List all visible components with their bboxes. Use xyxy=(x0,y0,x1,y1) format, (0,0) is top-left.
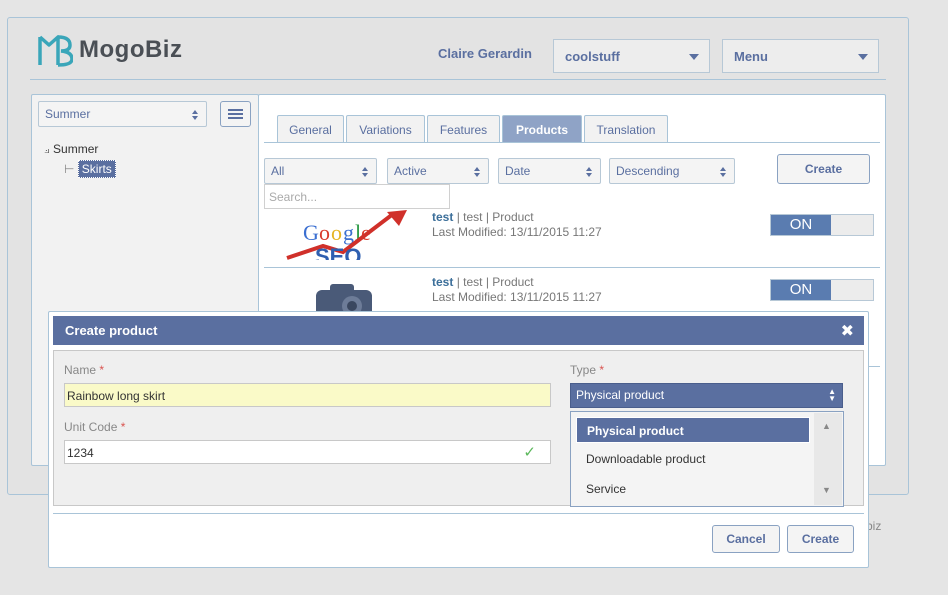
tree-node-selected-label: Skirts xyxy=(77,160,116,178)
product-info: test | test | Product Last Modified: 13/… xyxy=(432,275,732,305)
tab-variations[interactable]: Variations xyxy=(346,115,425,143)
product-tag: test xyxy=(463,275,483,289)
type-dropdown-list: Physical product Downloadable product Se… xyxy=(570,411,844,507)
select-arrows-icon xyxy=(192,110,199,120)
product-active-toggle[interactable]: ON xyxy=(770,214,874,236)
toggle-on-label: ON xyxy=(771,280,831,300)
type-option[interactable]: Downloadable product xyxy=(576,446,810,472)
menu-select[interactable]: Menu xyxy=(722,39,879,73)
menu-select-value: Menu xyxy=(734,49,768,64)
toggle-on-label: ON xyxy=(771,215,831,235)
type-option-selected[interactable]: Physical product xyxy=(576,417,810,443)
sort-order-value: Descending xyxy=(616,164,680,178)
required-mark: * xyxy=(120,420,126,434)
type-select-value: Physical product xyxy=(576,388,665,402)
svg-text:o: o xyxy=(331,220,342,245)
tree-collapse-icon: ⟓ xyxy=(44,142,50,156)
product-tag: test xyxy=(463,210,483,224)
unit-code-label: Unit Code * xyxy=(64,420,126,434)
chevron-down-icon xyxy=(858,54,868,60)
product-active-toggle[interactable]: ON xyxy=(770,279,874,301)
search-input[interactable]: Search... xyxy=(264,184,450,209)
camera-image-icon xyxy=(316,284,372,312)
catalog-select[interactable]: Summer xyxy=(38,101,207,127)
scroll-up-icon[interactable]: ▲ xyxy=(822,421,831,431)
cancel-button[interactable]: Cancel xyxy=(712,525,780,553)
create-product-button[interactable]: Create xyxy=(777,154,870,184)
catalog-select-value: Summer xyxy=(45,107,91,121)
filter-status-value: Active xyxy=(394,164,427,178)
chevron-down-icon xyxy=(689,54,699,60)
tree-node-root[interactable]: ⟓ Summer xyxy=(44,142,98,157)
select-arrows-icon: ▲ ▼ xyxy=(828,387,836,403)
sort-order-select[interactable]: Descending xyxy=(609,158,735,184)
type-select[interactable]: Physical product ▲ ▼ xyxy=(570,383,843,408)
product-name-link[interactable]: test xyxy=(432,275,453,289)
menu-toggle-button[interactable] xyxy=(220,101,251,127)
store-select[interactable]: coolstuff xyxy=(553,39,710,73)
product-thumbnail[interactable] xyxy=(310,280,380,312)
type-label: Type * xyxy=(570,363,605,377)
unit-code-value: 1234 xyxy=(67,446,94,460)
product-kind: Product xyxy=(492,275,534,289)
product-modified: Last Modified: 13/11/2015 11:27 xyxy=(432,290,602,304)
user-name[interactable]: Claire Gerardin xyxy=(438,46,532,61)
select-arrows-icon xyxy=(362,167,369,177)
product-thumbnail[interactable]: G o o g l e SEO xyxy=(283,208,411,260)
product-kind: Product xyxy=(492,210,534,224)
name-field[interactable]: Rainbow long skirt xyxy=(64,383,551,407)
dropdown-scrollbar[interactable]: ▲ ▼ xyxy=(814,413,842,505)
tab-translation[interactable]: Translation xyxy=(584,115,668,143)
svg-text:SEO: SEO xyxy=(315,244,361,260)
create-button[interactable]: Create xyxy=(787,525,854,553)
tab-products[interactable]: Products xyxy=(502,115,582,143)
product-info: test | test | Product Last Modified: 13/… xyxy=(432,210,732,240)
tree-node-child[interactable]: ⊢ Skirts xyxy=(64,160,116,178)
dialog-footer-divider xyxy=(53,513,864,514)
name-label: Name * xyxy=(64,363,105,377)
tree-leaf-icon: ⊢ xyxy=(64,162,75,176)
header-divider xyxy=(30,79,886,80)
filter-type-value: All xyxy=(271,164,285,178)
select-arrows-icon xyxy=(474,167,481,177)
checkmark-icon: ✓ xyxy=(523,444,536,461)
tabs-underline xyxy=(264,142,880,143)
svg-text:G: G xyxy=(303,220,319,245)
filter-type-select[interactable]: All xyxy=(264,158,377,184)
type-option[interactable]: Service xyxy=(576,476,810,502)
tab-features[interactable]: Features xyxy=(427,115,500,143)
select-arrows-icon xyxy=(720,167,727,177)
mogobiz-logo-icon xyxy=(38,35,73,67)
product-modified: Last Modified: 13/11/2015 11:27 xyxy=(432,225,602,239)
unit-code-field[interactable]: 1234 ✓ xyxy=(64,440,551,464)
filter-status-select[interactable]: Active xyxy=(387,158,489,184)
required-mark: * xyxy=(599,363,605,377)
scroll-down-icon[interactable]: ▼ xyxy=(822,485,831,495)
product-name-link[interactable]: test xyxy=(432,210,453,224)
dialog-title: Create product xyxy=(65,323,158,338)
select-arrows-icon xyxy=(586,167,593,177)
tree-node-label: Summer xyxy=(53,142,99,156)
required-mark: * xyxy=(99,363,105,377)
sort-field-select[interactable]: Date xyxy=(498,158,601,184)
dialog-header: Create product ✖ xyxy=(53,316,864,345)
sort-field-value: Date xyxy=(505,164,531,178)
hamburger-icon xyxy=(228,109,243,111)
svg-text:g: g xyxy=(343,220,354,245)
close-icon[interactable]: ✖ xyxy=(841,321,854,341)
brand-logo[interactable]: MogoBiz xyxy=(37,30,182,70)
svg-text:o: o xyxy=(319,220,330,245)
store-select-value: coolstuff xyxy=(565,49,620,64)
tab-general[interactable]: General xyxy=(277,115,344,143)
row-divider xyxy=(264,267,880,268)
seo-image-icon: G o o g l e SEO xyxy=(286,210,407,260)
brand-name: MogoBiz xyxy=(79,36,183,63)
